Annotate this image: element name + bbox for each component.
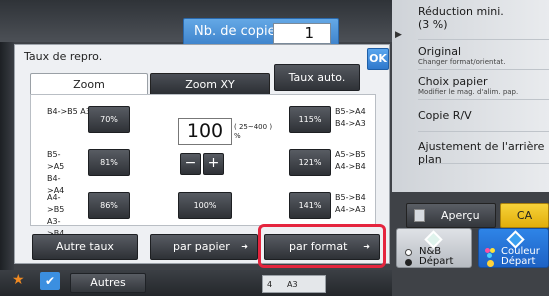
bw-label-line2: Départ bbox=[419, 256, 454, 267]
minus-button[interactable]: − bbox=[180, 153, 201, 175]
choix-papier-label: Choix papier bbox=[418, 75, 488, 88]
ajustement-arriere-plan-item[interactable]: Ajustement de l'arrière plan bbox=[418, 134, 549, 166]
bullet-icon bbox=[487, 260, 494, 267]
taux-auto-button[interactable]: Taux auto. bbox=[274, 64, 360, 91]
preview-label: Aperçu bbox=[441, 209, 480, 222]
preset-70-button[interactable]: 70% bbox=[88, 106, 130, 133]
ok-button[interactable]: OK bbox=[367, 48, 389, 70]
cyan-dot-icon bbox=[487, 253, 492, 258]
original-item[interactable]: Original Changer format/orientat. bbox=[418, 42, 549, 70]
zoom-value-input[interactable]: 100 bbox=[178, 118, 232, 145]
reduction-mini-item[interactable]: Réduction mini. (3 %) bbox=[418, 2, 549, 40]
copie-rv-item[interactable]: Copie R/V bbox=[418, 102, 549, 132]
tab-zoom-xy[interactable]: Zoom XY bbox=[150, 73, 270, 95]
tab-zoom[interactable]: Zoom bbox=[30, 73, 148, 95]
preset-label-141: B5->B4 A4->A3 bbox=[335, 193, 366, 214]
preset-81-button[interactable]: 81% bbox=[88, 149, 130, 176]
reduction-mini-label: Réduction mini. bbox=[418, 5, 504, 18]
bullet-icon bbox=[405, 259, 412, 266]
color-start-button[interactable]: Couleur Départ bbox=[478, 228, 549, 268]
preview-button[interactable]: Aperçu bbox=[406, 203, 496, 228]
dialog-title: Taux de repro. bbox=[24, 50, 103, 63]
arrow-right-icon: ➜ bbox=[241, 242, 248, 251]
bw-start-label: N&B Départ bbox=[419, 247, 453, 267]
preset-141-button[interactable]: 141% bbox=[289, 192, 331, 219]
preset-label-81: B5->A5 B4->A4 bbox=[47, 150, 65, 195]
color-label-line2: Départ bbox=[501, 256, 536, 267]
preview-icon bbox=[414, 209, 425, 222]
preset-label-121: A5->B5 A4->B4 bbox=[335, 150, 366, 171]
status-count: 4 bbox=[267, 280, 273, 289]
status-size: A3 bbox=[287, 280, 298, 289]
zoom-range-label: ( 25~400 ) % bbox=[234, 123, 273, 140]
preset-100-button[interactable]: 100% bbox=[178, 192, 232, 219]
ca-button[interactable]: CA bbox=[500, 203, 549, 228]
par-papier-label: par papier bbox=[173, 240, 230, 253]
play-arrow-icon: ▶ bbox=[395, 30, 402, 40]
plus-button[interactable]: + bbox=[203, 153, 224, 175]
choix-papier-sub: Modifier le mag. d'alim. pap. bbox=[418, 88, 519, 96]
autre-taux-button[interactable]: Autre taux bbox=[32, 234, 138, 260]
check-icon[interactable]: ✔ bbox=[40, 272, 60, 290]
ajustement-arriere-plan-label: Ajustement de l'arrière plan bbox=[418, 140, 545, 166]
par-papier-button[interactable]: par papier ➜ bbox=[150, 234, 258, 260]
reduction-mini-value: (3 %) bbox=[418, 18, 448, 31]
status-box: 4 A3 bbox=[262, 275, 326, 293]
preset-label-86: A4->B5 A3->B4 bbox=[47, 193, 65, 238]
preset-label-115: B5->A4 B4->A3 bbox=[335, 107, 366, 128]
bw-start-button[interactable]: N&B Départ bbox=[396, 228, 472, 268]
original-sub: Changer format/orientat. bbox=[418, 58, 506, 66]
left-strip bbox=[0, 42, 14, 296]
color-start-label: Couleur Départ bbox=[501, 247, 540, 267]
choix-papier-item[interactable]: Choix papier Modifier le mag. d'alim. pa… bbox=[418, 72, 549, 100]
bullet-icon bbox=[405, 249, 412, 256]
preset-86-button[interactable]: 86% bbox=[88, 192, 130, 219]
copies-label: Nb. de copies bbox=[194, 24, 283, 39]
autre-taux-label: Autre taux bbox=[56, 240, 114, 253]
yellow-dot-icon bbox=[490, 248, 495, 253]
right-panel: ▶ Réduction mini. (3 %) Original Changer… bbox=[392, 0, 549, 192]
original-label: Original bbox=[418, 45, 462, 58]
highlight-frame bbox=[258, 224, 386, 268]
copie-rv-label: Copie R/V bbox=[418, 109, 472, 122]
preset-115-button[interactable]: 115% bbox=[289, 106, 331, 133]
copies-bar: Nb. de copies 1 bbox=[183, 18, 339, 47]
preset-121-button[interactable]: 121% bbox=[289, 149, 331, 176]
star-icon[interactable]: ★ bbox=[12, 272, 25, 288]
autres-button[interactable]: Autres bbox=[70, 273, 146, 293]
copies-input[interactable]: 1 bbox=[273, 23, 331, 44]
